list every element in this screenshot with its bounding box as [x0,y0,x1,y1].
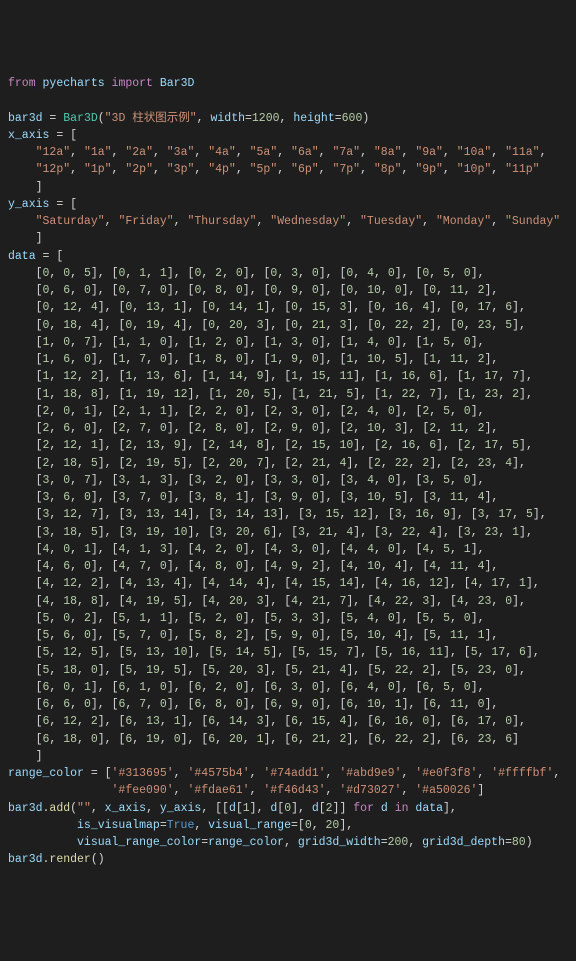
code-block: from pyecharts import Bar3D bar3d = Bar3… [8,75,568,869]
